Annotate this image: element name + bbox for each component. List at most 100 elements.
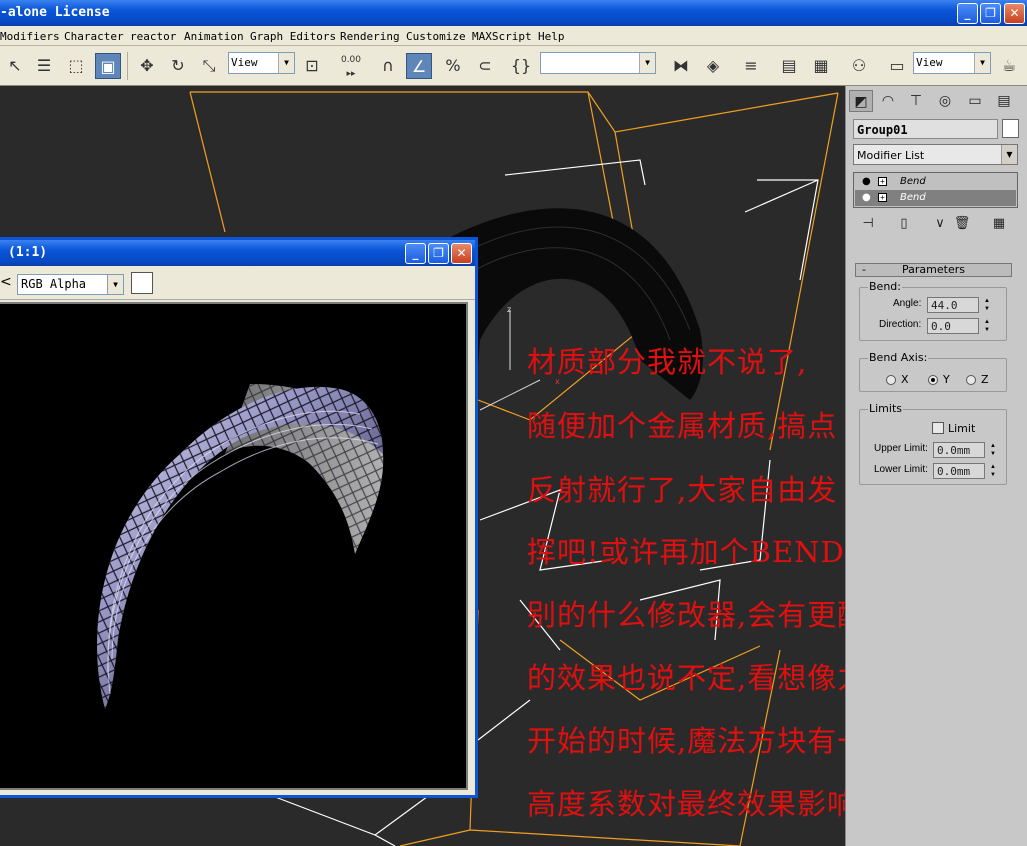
close-button[interactable]: ✕ <box>451 243 472 264</box>
limits-group-label: Limits <box>868 402 903 415</box>
stack-item-bend[interactable]: ● + Bend <box>855 174 1016 190</box>
bend-group: Bend: Angle: 44.0 ▲ ▼ Direction: 0.0 ▲ ▼ <box>859 280 1007 341</box>
axis-z-label: Z <box>981 373 989 386</box>
select-arrow-icon[interactable]: ↖ <box>2 53 28 79</box>
axis-y-radio[interactable] <box>928 375 938 385</box>
upper-limit-label: Upper Limit: <box>874 443 928 454</box>
parameters-rollout-header[interactable]: - Parameters <box>855 263 1012 277</box>
direction-spinner[interactable]: 0.0 <box>927 318 979 334</box>
hierarchy-tab-icon[interactable]: ⊤ <box>904 90 928 112</box>
bend-group-label: Bend: <box>868 280 902 293</box>
render-type-value: View <box>916 56 943 69</box>
channel-value: RGB Alpha <box>21 277 87 291</box>
spinner-arrows-icon[interactable]: ▲ ▼ <box>982 318 992 334</box>
menu-bar: Modifiers Character reactor Animation Gr… <box>0 26 1027 46</box>
expand-icon[interactable]: + <box>878 193 887 202</box>
select-by-name-icon[interactable]: ☰ <box>31 53 57 79</box>
modify-tab-icon[interactable]: ◠ <box>876 90 900 112</box>
reference-coord-dropdown[interactable]: View ▼ <box>228 52 295 74</box>
utilities-tab-icon[interactable]: ▤ <box>992 90 1016 112</box>
pivot-center-icon[interactable]: ⊡ <box>299 53 325 79</box>
quick-render-icon[interactable]: ☕ <box>996 53 1022 79</box>
upper-limit-spinner[interactable]: 0.0mm <box>933 442 985 458</box>
lightbulb-icon[interactable]: ● <box>862 176 871 187</box>
object-color-swatch[interactable] <box>1002 119 1019 138</box>
minimize-button[interactable]: _ <box>405 243 426 264</box>
menu-help[interactable]: Help <box>538 30 565 43</box>
chevron-down-icon: ▼ <box>107 275 123 294</box>
spinner-snap-toggle-icon[interactable]: ⊂ <box>472 53 498 79</box>
region-select-icon[interactable]: ⬚ <box>63 53 89 79</box>
configure-sets-icon[interactable]: ▦ <box>989 214 1009 234</box>
restore-button[interactable]: ❐ <box>428 243 449 264</box>
spinner-arrows-icon[interactable]: ▲ ▼ <box>982 297 992 313</box>
lower-limit-spinner[interactable]: 0.0mm <box>933 463 985 479</box>
menu-character[interactable]: Character <box>64 30 124 43</box>
mirror-icon[interactable]: ⧓ <box>668 53 694 79</box>
svg-text:z: z <box>507 305 511 314</box>
restore-button[interactable]: ❐ <box>980 3 1001 24</box>
rollout-title: Parameters <box>902 263 965 276</box>
named-selection-icon[interactable]: {} <box>508 53 534 79</box>
spinner-arrows-icon[interactable]: ▲ ▼ <box>988 442 998 458</box>
object-name-field[interactable]: Group01 <box>853 119 998 139</box>
menu-rendering[interactable]: Rendering <box>340 30 400 43</box>
annotation-line: 随便加个金属材质,搞点 <box>527 409 838 443</box>
display-tab-icon[interactable]: ▭ <box>963 90 987 112</box>
remove-modifier-icon[interactable]: 🗑 <box>952 214 972 234</box>
expand-icon[interactable]: + <box>878 177 887 186</box>
axis-z-radio[interactable] <box>966 375 976 385</box>
show-end-result-icon[interactable]: ▯ <box>894 214 914 234</box>
menu-graph-editors[interactable]: Graph Editors <box>250 30 336 43</box>
rotate-icon[interactable]: ↻ <box>165 53 191 79</box>
lightbulb-icon[interactable]: ● <box>862 192 871 203</box>
minimize-button[interactable]: _ <box>957 3 978 24</box>
menu-customize[interactable]: Customize <box>406 30 466 43</box>
align-icon[interactable]: ◈ <box>700 53 726 79</box>
angle-snap-icon[interactable]: ∠ <box>406 53 432 79</box>
named-selection-dropdown[interactable]: ▼ <box>540 52 656 74</box>
axis-x-radio[interactable] <box>886 375 896 385</box>
chevron-down-icon: ▼ <box>278 53 294 73</box>
stack-item-bend[interactable]: ● + Bend <box>855 190 1016 206</box>
render-scene-icon[interactable]: ▭ <box>884 53 910 79</box>
axis-x-label: X <box>901 373 909 386</box>
angle-spinner[interactable]: 44.0 <box>927 297 979 313</box>
render-type-dropdown[interactable]: View ▼ <box>913 52 991 74</box>
layer-manager-icon[interactable]: ≡ <box>738 53 764 79</box>
render-window-title: (1:1) <box>8 245 48 260</box>
annotation-line: 挥吧!或许再加个BEND或 <box>527 535 845 569</box>
render-window-toolbar: < RGB Alpha ▼ <box>0 266 475 300</box>
snap-toggle-icon[interactable]: ∩ <box>375 53 401 79</box>
motion-tab-icon[interactable]: ◎ <box>933 90 957 112</box>
color-swatch[interactable] <box>131 272 153 294</box>
close-button[interactable]: ✕ <box>1004 3 1025 24</box>
make-unique-icon[interactable]: ∨ <box>930 214 950 234</box>
arrow-left-icon[interactable]: < <box>0 274 12 290</box>
curve-editor-icon[interactable]: ▤ <box>776 53 802 79</box>
limits-group: Limits Limit Upper Limit: 0.0mm ▲ ▼ Lower… <box>859 402 1007 485</box>
annotation-line: 高度系数对最终效果影响很大! <box>527 787 845 821</box>
move-icon[interactable]: ✥ <box>134 53 160 79</box>
spinner-snap-icon[interactable]: 0.00 ▸▸ <box>338 53 364 79</box>
channel-dropdown[interactable]: RGB Alpha ▼ <box>17 274 124 295</box>
scale-icon[interactable]: ⤡ <box>196 53 222 79</box>
collapse-icon: - <box>862 263 866 276</box>
window-crossing-icon[interactable]: ▣ <box>95 53 121 79</box>
bend-axis-label: Bend Axis: <box>868 351 929 364</box>
create-tab-icon[interactable]: ◩ <box>849 90 873 112</box>
rendered-bent-object <box>97 384 384 709</box>
menu-modifiers[interactable]: Modifiers <box>0 30 60 43</box>
limit-checkbox[interactable] <box>932 422 944 434</box>
modifier-list-dropdown[interactable]: Modifier List ▼ <box>853 144 1018 165</box>
percent-snap-icon[interactable]: % <box>440 53 466 79</box>
spinner-arrows-icon[interactable]: ▲ ▼ <box>988 463 998 479</box>
main-toolbar: ↖ ☰ ⬚ ▣ ✥ ↻ ⤡ View ▼ ⊡ 0.00 ▸▸ ∩ ∠ % ⊂ {}… <box>0 46 1027 86</box>
menu-maxscript[interactable]: MAXScript <box>472 30 532 43</box>
pin-stack-icon[interactable]: ⊣ <box>858 214 878 234</box>
material-editor-icon[interactable]: ⚇ <box>846 53 872 79</box>
menu-animation[interactable]: Animation <box>184 30 244 43</box>
schematic-view-icon[interactable]: ▦ <box>808 53 834 79</box>
title-bar: -alone License _ ❐ ✕ <box>0 0 1027 26</box>
menu-reactor[interactable]: reactor <box>130 30 176 43</box>
